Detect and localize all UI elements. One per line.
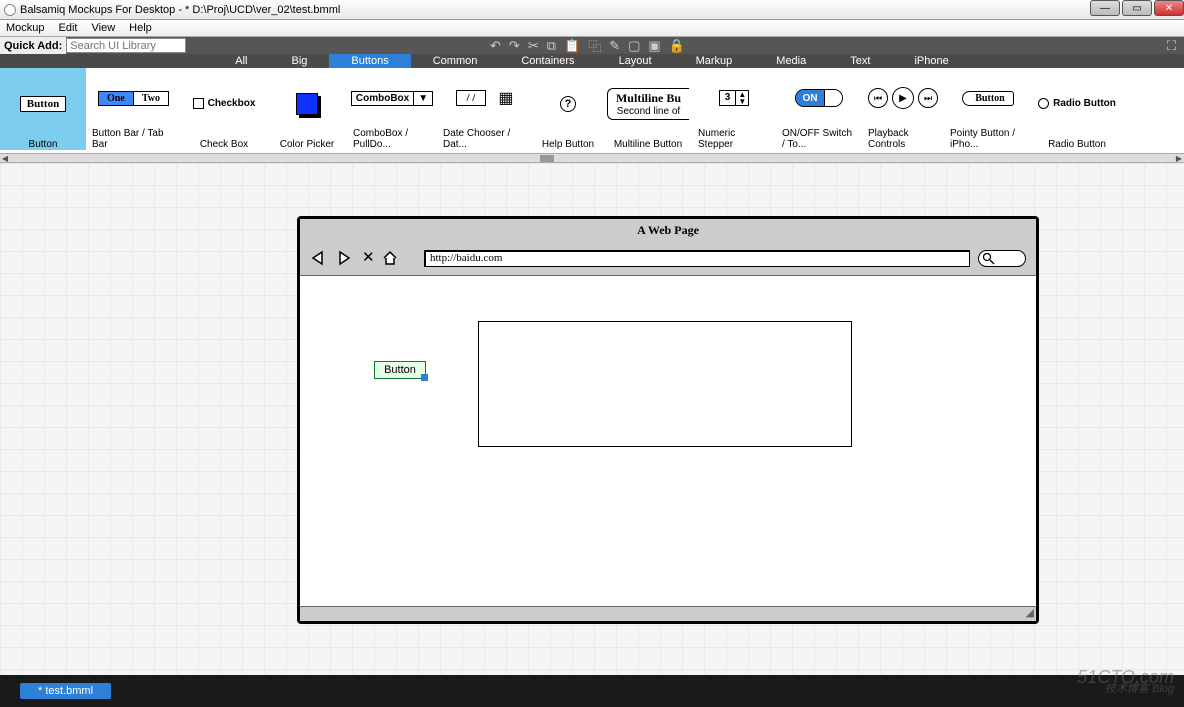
- category-tabs: All Big Buttons Common Containers Layout…: [0, 54, 1184, 68]
- lib-pointy[interactable]: Button Pointy Button / iPho...: [944, 68, 1032, 150]
- lib-buttonbar[interactable]: OneTwo Button Bar / Tab Bar: [86, 68, 181, 150]
- close-button[interactable]: ✕: [1154, 0, 1184, 16]
- tab-common[interactable]: Common: [411, 54, 500, 68]
- lib-label: Button Bar / Tab Bar: [92, 128, 175, 150]
- duplicate-icon[interactable]: ⿻: [588, 36, 601, 55]
- lib-radio[interactable]: Radio Button Radio Button: [1032, 68, 1122, 150]
- scroll-thumb[interactable]: [540, 155, 554, 162]
- copy-icon[interactable]: ⧉: [547, 38, 556, 54]
- home-icon[interactable]: [381, 249, 399, 267]
- lib-playback[interactable]: ⏮ ▶ ⏭ Playback Controls: [862, 68, 944, 150]
- app-icon: [4, 4, 16, 16]
- lib-label: ComboBox / PullDo...: [353, 128, 431, 150]
- tab-text[interactable]: Text: [828, 54, 892, 68]
- ungroup-icon[interactable]: ▣: [648, 38, 660, 54]
- lib-label: Pointy Button / iPho...: [950, 128, 1026, 150]
- paste-icon[interactable]: 📋: [564, 38, 580, 54]
- back-icon[interactable]: [310, 250, 330, 266]
- menu-mockup[interactable]: Mockup: [6, 22, 45, 34]
- selection-handle[interactable]: [421, 374, 428, 381]
- tab-buttons[interactable]: Buttons: [329, 54, 410, 68]
- tab-big[interactable]: Big: [270, 54, 330, 68]
- lib-stepper[interactable]: 3▲▼ Numeric Stepper: [692, 68, 776, 150]
- canvas[interactable]: A Web Page ✕ http://baidu.com ◢ Button: [0, 163, 1184, 675]
- lib-colorpicker[interactable]: Color Picker: [267, 68, 347, 150]
- lib-label: ON/OFF Switch / To...: [782, 128, 856, 150]
- document-tab[interactable]: * test.bmml: [20, 683, 111, 699]
- tab-all[interactable]: All: [213, 54, 269, 68]
- tab-markup[interactable]: Markup: [674, 54, 755, 68]
- url-bar[interactable]: http://baidu.com: [424, 250, 970, 267]
- search-input[interactable]: [66, 38, 186, 53]
- lib-multiline[interactable]: Multiline BuSecond line of Multiline But…: [604, 68, 692, 150]
- edit-icon[interactable]: ✎: [609, 38, 620, 54]
- magnifier-icon: [982, 252, 996, 266]
- lib-helpbutton[interactable]: ? Help Button: [532, 68, 604, 150]
- browser-search[interactable]: [978, 250, 1026, 267]
- lib-checkbox[interactable]: Checkbox Check Box: [181, 68, 267, 150]
- library-scrollbar[interactable]: ◀ ▶: [0, 153, 1184, 162]
- lib-combobox[interactable]: ComboBox▼ ComboBox / PullDo...: [347, 68, 437, 150]
- redo-icon[interactable]: ↷: [509, 38, 520, 54]
- lib-button[interactable]: Button Button: [0, 68, 86, 150]
- cut-icon[interactable]: ✂: [528, 38, 539, 54]
- browser-hscroll[interactable]: [300, 606, 1036, 621]
- menu-view[interactable]: View: [92, 22, 116, 34]
- lib-label: Multiline Button: [614, 139, 682, 150]
- tab-layout[interactable]: Layout: [597, 54, 674, 68]
- window-title: Balsamiq Mockups For Desktop - * D:\Proj…: [20, 4, 340, 16]
- tab-containers[interactable]: Containers: [499, 54, 596, 68]
- lib-label: Numeric Stepper: [698, 128, 770, 150]
- undo-icon[interactable]: ↶: [490, 38, 501, 54]
- scroll-right-icon[interactable]: ▶: [1174, 154, 1184, 163]
- quick-add-label: Quick Add:: [0, 37, 66, 54]
- lib-datechooser[interactable]: / /▦ Date Chooser / Dat...: [437, 68, 532, 150]
- lib-label: Color Picker: [280, 139, 334, 150]
- stop-icon[interactable]: ✕: [362, 248, 375, 267]
- lib-label: Playback Controls: [868, 128, 938, 150]
- lib-label: Date Chooser / Dat...: [443, 128, 526, 150]
- scroll-left-icon[interactable]: ◀: [0, 154, 10, 163]
- tab-media[interactable]: Media: [754, 54, 828, 68]
- browser-title: A Web Page: [300, 223, 1036, 238]
- tab-iphone[interactable]: iPhone: [892, 54, 970, 68]
- menubar: Mockup Edit View Help: [0, 20, 1184, 37]
- resize-grip-icon[interactable]: ◢: [1026, 606, 1034, 619]
- fullscreen-icon[interactable]: ⛶: [1167, 38, 1176, 54]
- forward-icon[interactable]: [336, 250, 356, 266]
- lib-label: Button: [29, 139, 58, 150]
- menu-edit[interactable]: Edit: [59, 22, 78, 34]
- minimize-button[interactable]: —: [1090, 0, 1120, 16]
- lib-label: Check Box: [200, 139, 248, 150]
- lock-icon[interactable]: 🔒: [669, 38, 685, 54]
- maximize-button[interactable]: ▭: [1122, 0, 1152, 16]
- menu-help[interactable]: Help: [129, 22, 152, 34]
- placed-button-widget[interactable]: Button: [374, 361, 426, 379]
- lib-switch[interactable]: ON ON/OFF Switch / To...: [776, 68, 862, 150]
- lib-label: Radio Button: [1048, 139, 1106, 150]
- lib-label: Help Button: [542, 139, 594, 150]
- rectangle-widget[interactable]: [478, 321, 852, 447]
- group-icon[interactable]: ▢: [628, 38, 640, 54]
